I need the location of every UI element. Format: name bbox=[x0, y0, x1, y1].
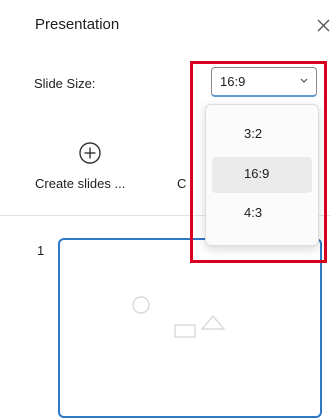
panel-title: Presentation bbox=[35, 16, 120, 33]
plus-circle-icon[interactable] bbox=[77, 140, 103, 166]
second-action-button[interactable]: C bbox=[177, 176, 186, 191]
close-icon[interactable] bbox=[316, 17, 331, 33]
highlight-annotation-box bbox=[190, 61, 327, 263]
create-slides-button[interactable]: Create slides ... bbox=[35, 176, 125, 191]
slide-number: 1 bbox=[37, 243, 45, 258]
slide-size-label: Slide Size: bbox=[34, 76, 96, 91]
slide-placeholder-shapes-icon bbox=[132, 296, 226, 338]
